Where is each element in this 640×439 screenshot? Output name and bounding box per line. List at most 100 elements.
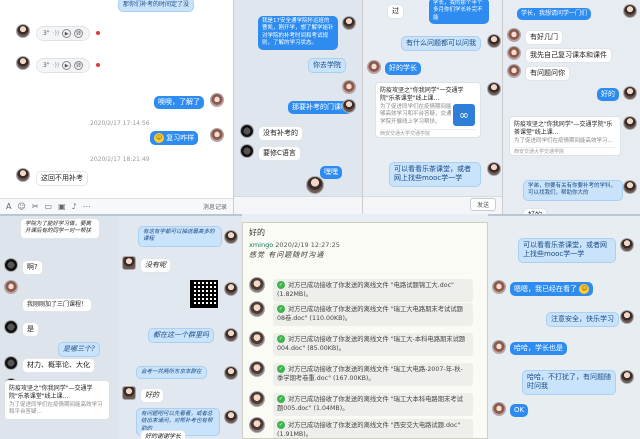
avatar[interactable]	[224, 410, 238, 424]
message-bubble: 学院为了能好学习做，要离开课后有的同学一对一帮扶	[20, 218, 100, 239]
link-card[interactable]: 防疫攻坚之"你我同学"—交通学院"乐茶课堂"线上课... 为了促进同学们在疫情期…	[4, 380, 110, 420]
avatar[interactable]	[507, 28, 521, 42]
check-icon: ✓	[277, 395, 285, 403]
avatar[interactable]	[16, 56, 30, 70]
message-bubble: 那你们补考的时间定了没	[118, 0, 195, 13]
qr-code-image[interactable]	[190, 280, 218, 308]
timestamp: 2020/2/19 12:27:25	[275, 241, 340, 249]
avatar[interactable]	[507, 46, 521, 60]
message-bubble: 我先自己复习课本和课件	[525, 48, 612, 64]
unread-dot	[96, 63, 100, 67]
check-icon: ✓	[277, 281, 285, 289]
avatar[interactable]	[342, 80, 356, 94]
avatar[interactable]	[249, 331, 265, 347]
voice-duration: 3"	[43, 30, 50, 37]
avatar[interactable]	[487, 82, 501, 96]
link-icon: ∞	[453, 104, 475, 126]
message-bubble: 好的	[140, 388, 164, 404]
avatar[interactable]	[224, 230, 238, 244]
avatar[interactable]	[249, 417, 265, 433]
chat-panel-2: 我是17安全通学院怀远班的曹凯，刚开学，想了解学姐针对学院的补考时间和考试规则，…	[234, 0, 362, 214]
send-button[interactable]: 发送	[469, 198, 496, 211]
voice-message[interactable]: 3" ·)) ▶ 转	[36, 26, 91, 41]
avatar[interactable]	[4, 280, 18, 294]
play-icon[interactable]: ▶	[62, 29, 72, 38]
avatar[interactable]	[122, 386, 136, 400]
file-received-notice: ✓ 对方已成功接收了你发送的离线文件 "瑞工大电路-2007-年-秋-季学期考卷重…	[273, 363, 473, 386]
avatar[interactable]	[210, 93, 224, 107]
image-icon[interactable]: ▣	[58, 202, 66, 211]
file-received-notice: ✓ 对方已成功接收了你发送的离线文件 "西安交大电路试题.doc" (1.91MB…	[273, 419, 473, 438]
message-bubble: 哈哈，不打扰了，有问题随时问我	[522, 370, 616, 395]
avatar[interactable]	[367, 60, 381, 74]
file-received-notice: ✓ 对方已成功接收了你发送的离线文件 "电路试题锦工大.doc" (1.82MB)…	[273, 279, 473, 302]
voice-wave-icon: ·))	[52, 30, 60, 37]
avatar[interactable]	[487, 162, 501, 176]
input-bar[interactable]	[234, 196, 362, 214]
link-card[interactable]: 防疫攻坚之"你我同学"—交通学院"乐茶课堂"线上课... 为了促进同学们在疫情期…	[509, 116, 621, 156]
mic-icon[interactable]: ♪	[72, 202, 77, 211]
avatar[interactable]	[210, 128, 224, 142]
avatar[interactable]	[487, 34, 501, 48]
voice-message[interactable]: 3" ·)) ▶ 转	[36, 58, 91, 73]
avatar[interactable]	[492, 340, 506, 354]
avatar[interactable]	[16, 24, 30, 38]
message-bubble: OK	[510, 404, 529, 418]
message-bubble: 注意安全，快乐学习	[546, 312, 619, 328]
avatar[interactable]	[249, 391, 265, 407]
avatar[interactable]	[342, 16, 356, 30]
avatar[interactable]	[240, 124, 254, 138]
avatar[interactable]	[623, 86, 637, 100]
message-bubble: 学弟，你要有关有你要补考的学科，可以找我们，帮助你大的	[523, 180, 623, 201]
message-bubble: 可以看看乐茶课堂，或者网上找些mooc学一学	[518, 238, 616, 263]
sender-name: xmingo	[249, 241, 274, 249]
more-icon[interactable]: ⋯	[83, 202, 91, 211]
emoji-icon[interactable]: ☺	[17, 202, 25, 211]
chat-panel-8: 可以看看乐茶课堂，或者网上找些mooc学一学 嗯嗯，我已经在看了 ☺ 注意安全，…	[488, 214, 640, 439]
message-bubble: 嗯嗯，我已经在看了 ☺	[510, 282, 594, 297]
font-icon[interactable]: A	[6, 202, 11, 211]
timestamp: 2020/2/17 17:14:56	[90, 120, 150, 127]
folder-icon[interactable]: ▭	[45, 202, 53, 211]
chat-panel-1: 那你们补考的时间定了没 3" ·)) ▶ 转 3" ·)) ▶ 转 噢噢，了解了…	[0, 0, 234, 214]
file-received-notice: ✓ 对方已成功接收了你发送的离线文件 "瑞工大-本科电路期末试题004.doc" …	[273, 333, 473, 356]
card-source: 西安交通大学交通学院	[380, 128, 476, 138]
avatar[interactable]	[492, 402, 506, 416]
chat-panel-6: 有这有学都可以抽进最高多的课程 没有呢 都在这一个群里吗 会考一共两所东京本群在…	[118, 214, 242, 439]
transcribe-icon[interactable]: 转	[74, 61, 84, 70]
smile-emoji-icon: ☺	[579, 284, 590, 294]
play-icon[interactable]: ▶	[62, 61, 72, 70]
avatar[interactable]	[620, 370, 634, 384]
avatar[interactable]	[224, 282, 238, 296]
avatar[interactable]	[492, 280, 506, 294]
transcribe-icon[interactable]: 转	[74, 29, 84, 38]
avatar[interactable]	[224, 366, 238, 380]
avatar[interactable]	[4, 356, 18, 370]
history-link[interactable]: 消息记录	[203, 202, 227, 211]
avatar[interactable]	[4, 258, 18, 272]
card-title: 防疫攻坚之"你我同学"一交通学院"乐茶课堂"线上课...	[380, 87, 464, 103]
avatar[interactable]	[249, 277, 265, 293]
avatar[interactable]	[224, 328, 238, 342]
avatar[interactable]	[4, 320, 18, 334]
avatar[interactable]	[623, 116, 637, 130]
avatar[interactable]	[342, 99, 356, 113]
card-desc: 为了促进同学们在疫情期间能高效学习和平台答疑...	[9, 401, 103, 416]
avatar[interactable]	[249, 361, 265, 377]
message-bubble: 好的谢谢学长	[140, 430, 187, 439]
avatar[interactable]	[16, 168, 30, 182]
notice-text: 对方已成功接收了你发送的离线文件 "瑞工大电路期末考试试题08卷.doc" (1…	[277, 306, 463, 323]
notice-text: 对方已成功接收了你发送的离线文件 "瑞工大本科电路期末考试题005.doc" (…	[277, 396, 463, 413]
avatar[interactable]	[623, 180, 637, 194]
notice-text: 对方已成功接收了你发送的离线文件 "瑞工大电路-2007-年-秋-季学期考卷重.…	[277, 366, 463, 383]
scissors-icon[interactable]: ✂	[32, 202, 39, 211]
avatar[interactable]	[240, 144, 254, 158]
avatar[interactable]	[623, 4, 637, 18]
avatar[interactable]	[122, 256, 136, 270]
avatar[interactable]	[249, 301, 265, 317]
avatar[interactable]	[507, 64, 521, 78]
avatar[interactable]	[620, 310, 634, 324]
check-icon: ✓	[277, 421, 285, 429]
message-bubble: 可以看看乐茶课堂，或者网上找些mooc学一学	[389, 162, 481, 187]
avatar[interactable]	[620, 238, 634, 252]
